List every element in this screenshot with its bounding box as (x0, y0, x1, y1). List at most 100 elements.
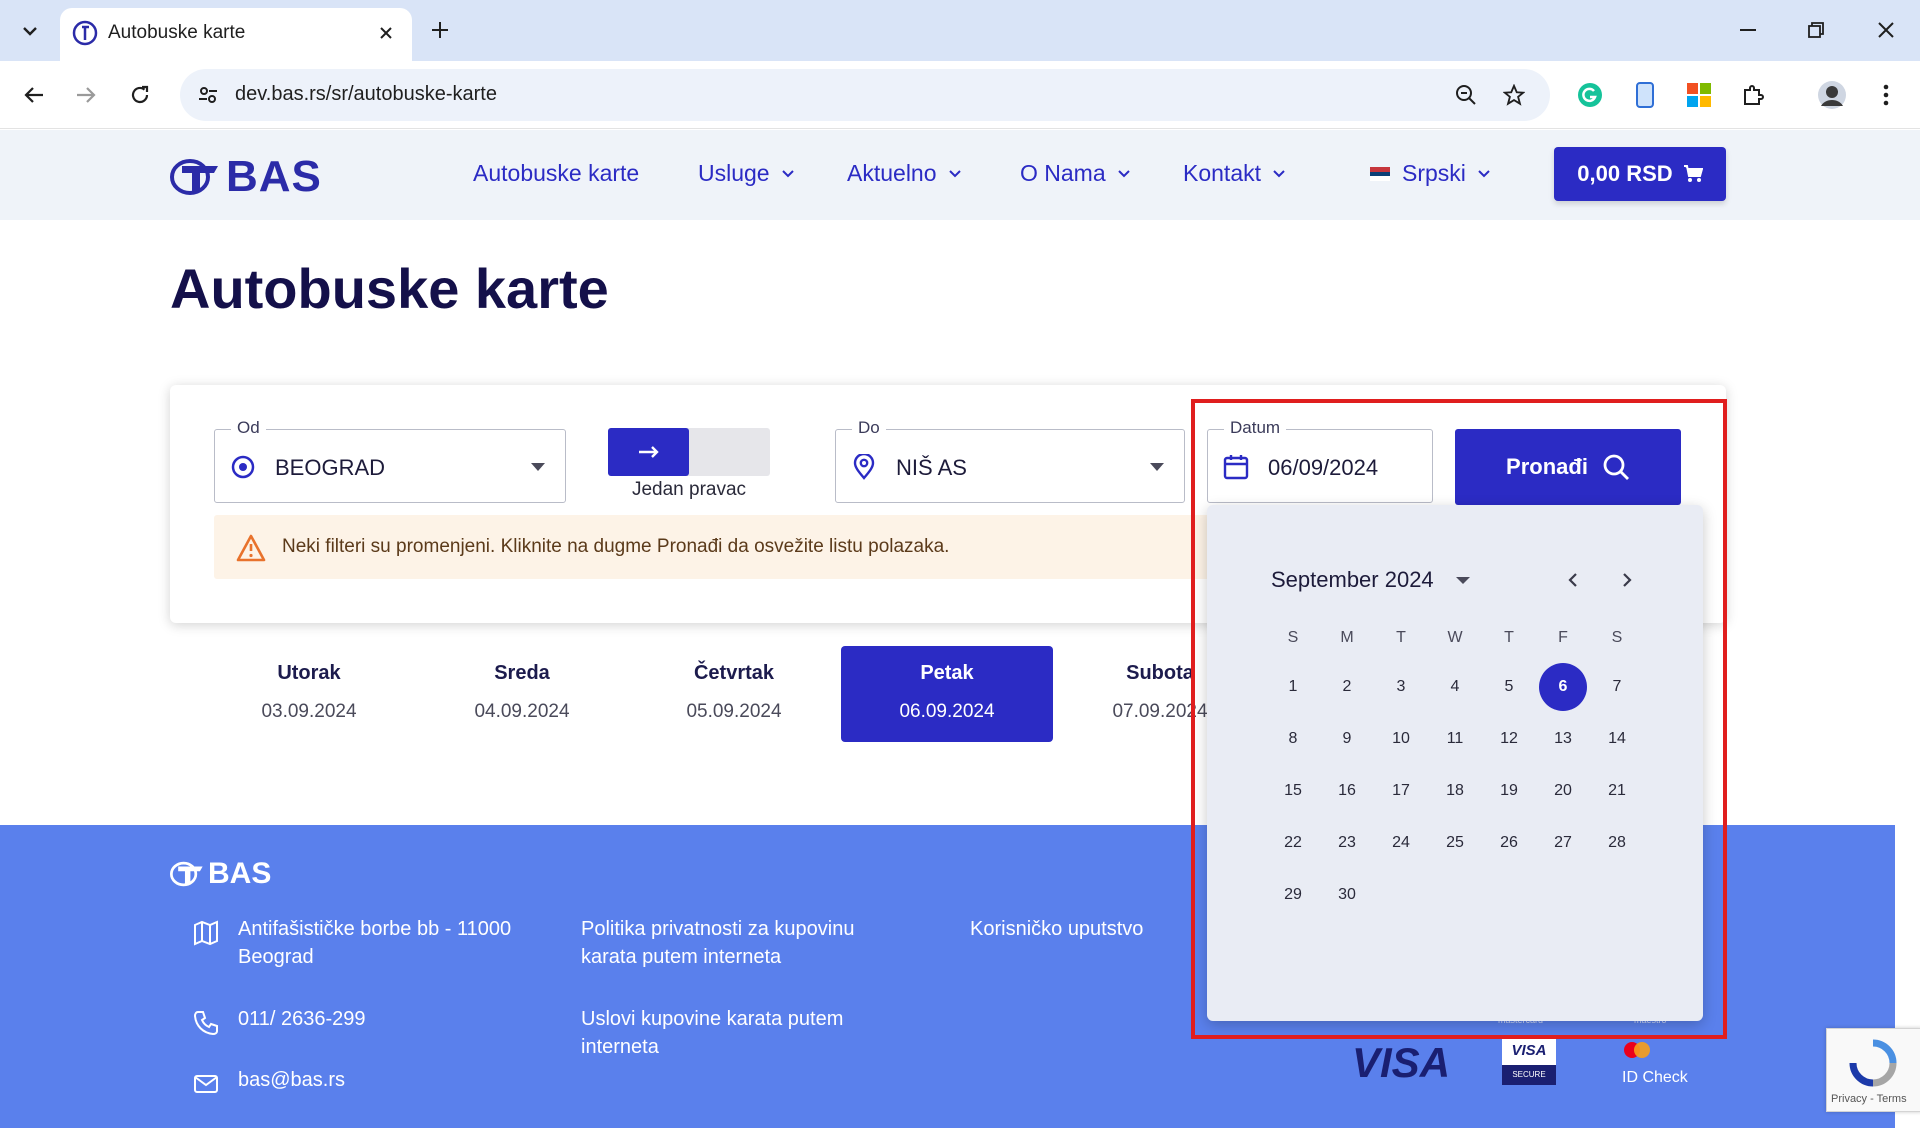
reload-icon (131, 85, 149, 104)
trip-type-label: Jedan pravac (631, 479, 747, 500)
serbia-flag-icon (1370, 166, 1390, 181)
location-pin-icon (850, 453, 878, 481)
footer-logo-text: BAS (208, 857, 272, 890)
day-name: Petak (920, 662, 974, 684)
restore-button[interactable] (1792, 10, 1840, 50)
logo-text: BAS (226, 152, 322, 201)
day-name: Četvrtak (693, 662, 775, 684)
language-selector[interactable]: Srpski (1370, 160, 1490, 187)
nav-label: O Nama (1020, 160, 1106, 186)
footer-phone[interactable]: 011/ 2636-299 (192, 1005, 366, 1037)
trip-type-toggle[interactable] (608, 428, 770, 476)
day-tab-selected[interactable]: Petak 06.09.2024 (841, 646, 1053, 742)
browser-toolbar: dev.bas.rs/sr/autobuske-karte (0, 61, 1920, 129)
map-icon (194, 920, 218, 946)
day-date: 04.09.2024 (474, 701, 570, 722)
visa-logo: VISA (1352, 1039, 1451, 1086)
bas-favicon-icon (72, 20, 98, 46)
toggle-knob[interactable] (608, 428, 689, 476)
tune-icon (199, 87, 217, 103)
extensions-button[interactable] (1733, 75, 1773, 115)
tab-search-button[interactable] (12, 14, 48, 48)
day-tab[interactable]: Četvrtak 05.09.2024 (628, 646, 840, 742)
restore-icon (1808, 22, 1824, 38)
id-check-label: ID Check (1622, 1069, 1688, 1086)
recaptcha-icon (1849, 1039, 1897, 1087)
warning-icon (236, 534, 266, 562)
bookmark-button[interactable] (1498, 79, 1530, 111)
arrow-right-icon (77, 87, 96, 103)
reload-button[interactable] (120, 75, 160, 115)
cart-icon (1683, 165, 1703, 182)
microsoft-icon (1687, 83, 1711, 107)
address-text: Antifašističke borbe bb - 11000 Beograd (238, 918, 512, 968)
profile-avatar[interactable] (1812, 75, 1852, 115)
nav-autobuske-karte[interactable]: Autobuske karte (473, 160, 639, 187)
site-header: BAS Autobuske karte Usluge Aktuelno O Na… (0, 130, 1920, 220)
language-label: Srpski (1402, 160, 1466, 186)
browser-tab[interactable]: Autobuske karte (60, 8, 412, 61)
footer-email[interactable]: bas@bas.rs (192, 1066, 345, 1098)
day-date: 05.09.2024 (686, 701, 782, 722)
grammarly-extension[interactable] (1570, 75, 1610, 115)
address-bar[interactable]: dev.bas.rs/sr/autobuske-karte (180, 69, 1550, 121)
nav-aktuelno[interactable]: Aktuelno (847, 160, 961, 187)
arrow-left-icon (24, 87, 43, 103)
nav-usluge[interactable]: Usluge (698, 160, 794, 187)
visa-secure-title: VISA (1502, 1037, 1556, 1065)
chevron-down-icon (1117, 169, 1130, 177)
day-tab[interactable]: Sreda 04.09.2024 (416, 646, 628, 742)
phone-icon (193, 1011, 218, 1036)
cart-button[interactable]: 0,00 RSD (1554, 147, 1726, 201)
forward-button[interactable] (66, 75, 106, 115)
site-info-button[interactable] (190, 77, 226, 113)
mastercard-icon (1624, 1042, 1650, 1058)
to-label: Do (852, 418, 886, 438)
arrow-right-icon (638, 446, 659, 458)
url-text[interactable]: dev.bas.rs/sr/autobuske-karte (235, 83, 497, 106)
site-logo[interactable]: BAS (170, 152, 322, 202)
chevron-down-icon (1273, 169, 1285, 177)
bas-logo-icon (170, 861, 203, 887)
footer-link-privacy[interactable]: Politika privatnosti za kupovinu karata … (581, 915, 901, 971)
phone-device-icon (1636, 82, 1654, 108)
to-field[interactable]: Do NIŠ AS (835, 418, 1185, 503)
nav-label: Usluge (698, 160, 770, 186)
tab-close-button[interactable] (372, 19, 400, 47)
footer-link-terms[interactable]: Uslovi kupovine karata putem interneta (581, 1005, 901, 1061)
footer-link-manual[interactable]: Korisničko uputstvo (970, 915, 1143, 943)
zoom-button[interactable] (1450, 79, 1482, 111)
day-tab[interactable]: Utorak 03.09.2024 (203, 646, 415, 742)
bas-logo-icon (170, 159, 218, 195)
minimize-button[interactable] (1724, 10, 1772, 50)
recaptcha-badge[interactable]: Privacy - Terms (1826, 1028, 1920, 1112)
day-name: Sreda (494, 662, 550, 684)
close-window-button[interactable] (1862, 10, 1910, 50)
alert-text: Neki filteri su promenjeni. Kliknite na … (282, 536, 950, 557)
from-field[interactable]: Od BEOGRAD (214, 418, 566, 503)
email-text: bas@bas.rs (238, 1069, 346, 1091)
chevron-down-icon (23, 27, 37, 36)
recaptcha-links[interactable]: Privacy - Terms (1831, 1093, 1907, 1105)
mail-icon (194, 1075, 218, 1093)
close-icon (380, 27, 392, 39)
chevron-down-icon (948, 169, 961, 177)
page-title: Autobuske karte (170, 257, 609, 320)
nav-kontakt[interactable]: Kontakt (1183, 160, 1285, 187)
grammarly-icon (1578, 83, 1602, 107)
dropdown-caret-icon (531, 463, 545, 471)
from-value: BEOGRAD (275, 455, 386, 480)
day-date: 06.09.2024 (899, 701, 995, 722)
visa-secure-sub: SECURE (1502, 1065, 1556, 1085)
highlight-annotation (1191, 399, 1727, 1039)
phone-extension[interactable] (1625, 75, 1665, 115)
browser-menu-button[interactable] (1866, 75, 1906, 115)
footer-logo[interactable]: BAS (170, 857, 271, 891)
nav-o-nama[interactable]: O Nama (1020, 160, 1130, 187)
new-tab-button[interactable] (424, 14, 456, 46)
to-value: NIŠ AS (896, 455, 967, 480)
microsoft-extension[interactable] (1679, 75, 1719, 115)
nav-label: Autobuske karte (473, 160, 640, 186)
avatar-icon (1818, 81, 1846, 109)
back-button[interactable] (14, 75, 54, 115)
